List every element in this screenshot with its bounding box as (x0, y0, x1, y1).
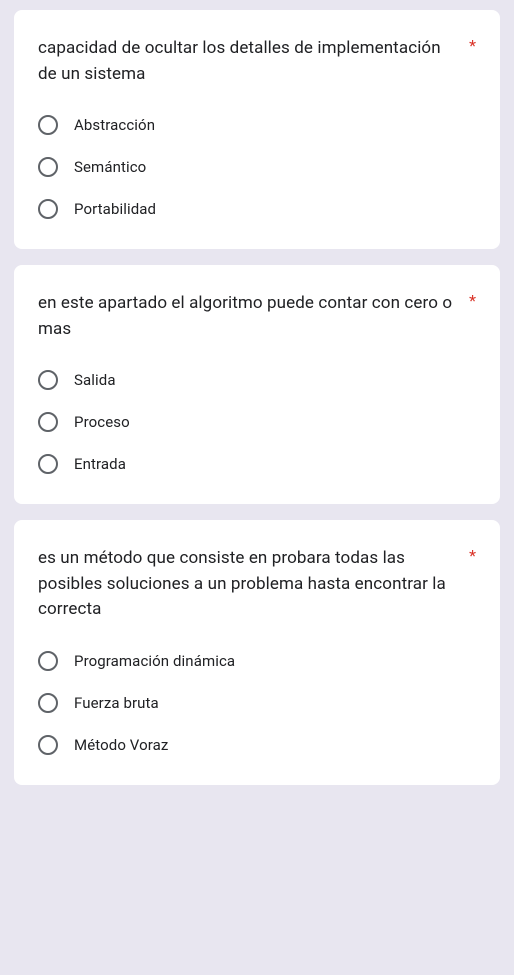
question-text: capacidad de ocultar los detalles de imp… (38, 36, 461, 87)
options-list: Programación dinámica Fuerza bruta Métod… (38, 651, 476, 755)
radio-icon (38, 693, 58, 713)
radio-option[interactable]: Salida (38, 370, 476, 390)
options-list: Salida Proceso Entrada (38, 370, 476, 474)
radio-icon (38, 157, 58, 177)
radio-icon (38, 735, 58, 755)
radio-icon (38, 651, 58, 671)
option-label: Semántico (74, 158, 146, 176)
radio-option[interactable]: Entrada (38, 454, 476, 474)
question-text: en este apartado el algoritmo puede cont… (38, 291, 461, 342)
options-list: Abstracción Semántico Portabilidad (38, 115, 476, 219)
question-card: en este apartado el algoritmo puede cont… (14, 265, 500, 504)
option-label: Método Voraz (74, 736, 168, 754)
radio-option[interactable]: Portabilidad (38, 199, 476, 219)
radio-icon (38, 454, 58, 474)
question-header: capacidad de ocultar los detalles de imp… (38, 36, 476, 87)
required-indicator: * (469, 36, 476, 54)
question-card: capacidad de ocultar los detalles de imp… (14, 10, 500, 249)
radio-option[interactable]: Programación dinámica (38, 651, 476, 671)
option-label: Entrada (74, 455, 126, 473)
radio-option[interactable]: Abstracción (38, 115, 476, 135)
option-label: Proceso (74, 413, 130, 431)
question-header: es un método que consiste en probara tod… (38, 546, 476, 623)
radio-icon (38, 115, 58, 135)
option-label: Fuerza bruta (74, 694, 159, 712)
option-label: Salida (74, 371, 116, 389)
radio-option[interactable]: Fuerza bruta (38, 693, 476, 713)
question-text: es un método que consiste en probara tod… (38, 546, 461, 623)
radio-option[interactable]: Proceso (38, 412, 476, 432)
radio-option[interactable]: Método Voraz (38, 735, 476, 755)
question-header: en este apartado el algoritmo puede cont… (38, 291, 476, 342)
radio-icon (38, 370, 58, 390)
question-card: es un método que consiste en probara tod… (14, 520, 500, 785)
option-label: Abstracción (74, 116, 155, 134)
option-label: Portabilidad (74, 200, 156, 218)
radio-icon (38, 412, 58, 432)
required-indicator: * (469, 291, 476, 309)
radio-icon (38, 199, 58, 219)
option-label: Programación dinámica (74, 652, 235, 670)
required-indicator: * (469, 546, 476, 564)
radio-option[interactable]: Semántico (38, 157, 476, 177)
